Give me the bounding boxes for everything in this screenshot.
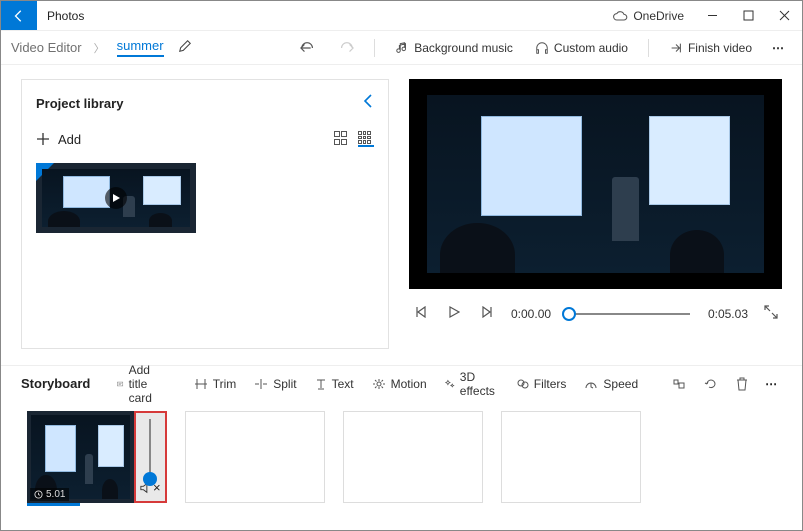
clip-duration-badge: 5.01 xyxy=(30,488,69,501)
sparkle-icon xyxy=(445,378,455,390)
storyboard-empty-slot[interactable] xyxy=(185,411,325,503)
step-forward-button[interactable] xyxy=(477,306,499,321)
finish-label: Finish video xyxy=(688,41,752,55)
bg-music-label: Background music xyxy=(414,41,513,55)
headphones-icon xyxy=(535,41,549,55)
add-media-button[interactable]: Add xyxy=(36,132,81,147)
add-title-card-button[interactable]: Add title card xyxy=(110,360,166,408)
play-icon xyxy=(448,306,460,318)
trim-icon xyxy=(194,378,208,390)
step-back-button[interactable] xyxy=(409,306,431,321)
clip-volume-panel[interactable]: × xyxy=(134,411,167,503)
title-card-icon xyxy=(117,378,123,390)
speed-label: Speed xyxy=(603,377,638,391)
filters-icon xyxy=(517,378,529,390)
rotate-button[interactable] xyxy=(697,375,725,393)
divider xyxy=(648,39,649,57)
background-music-button[interactable]: Background music xyxy=(387,37,521,59)
motion-button[interactable]: Motion xyxy=(365,374,434,394)
undo-button[interactable] xyxy=(292,37,324,59)
filters-label: Filters xyxy=(534,377,567,391)
redo-icon xyxy=(338,41,354,55)
trim-label: Trim xyxy=(213,377,237,391)
trim-button[interactable]: Trim xyxy=(187,374,244,394)
back-button[interactable] xyxy=(1,1,37,30)
resize-button[interactable] xyxy=(665,375,693,393)
text-button[interactable]: Text xyxy=(308,374,361,394)
seek-slider[interactable] xyxy=(569,313,690,315)
volume-slider[interactable] xyxy=(149,419,151,480)
split-label: Split xyxy=(273,377,296,391)
filters-button[interactable]: Filters xyxy=(510,374,574,394)
play-button[interactable] xyxy=(443,306,465,321)
library-clip[interactable] xyxy=(36,163,196,233)
speed-icon xyxy=(584,378,598,390)
motion-label: Motion xyxy=(391,377,427,391)
step-back-icon xyxy=(414,306,426,318)
clip-progress-indicator xyxy=(27,503,80,506)
speed-button[interactable]: Speed xyxy=(577,374,645,394)
play-overlay-icon xyxy=(105,187,127,209)
storyboard-title: Storyboard xyxy=(21,376,90,391)
total-duration: 0:05.03 xyxy=(708,307,748,321)
music-icon xyxy=(395,41,409,55)
breadcrumb-project[interactable]: summer xyxy=(117,38,164,57)
export-icon xyxy=(669,41,683,55)
volume-handle[interactable] xyxy=(143,472,157,486)
custom-audio-label: Custom audio xyxy=(554,41,628,55)
text-icon xyxy=(315,378,327,390)
minimize-button[interactable] xyxy=(694,1,730,31)
clock-icon xyxy=(34,490,43,499)
video-preview[interactable] xyxy=(409,79,782,289)
custom-audio-button[interactable]: Custom audio xyxy=(527,37,636,59)
text-label: Text xyxy=(332,377,354,391)
chevron-left-icon xyxy=(362,94,374,108)
effects-label: 3D effects xyxy=(460,370,499,398)
delete-button[interactable] xyxy=(729,374,755,394)
library-title: Project library xyxy=(36,96,123,111)
expand-icon xyxy=(764,305,778,319)
step-forward-icon xyxy=(482,306,494,318)
split-button[interactable]: Split xyxy=(247,374,303,394)
finish-video-button[interactable]: Finish video xyxy=(661,37,760,59)
project-library-panel: Project library Add xyxy=(21,79,389,349)
app-title: Photos xyxy=(47,9,84,23)
redo-button[interactable] xyxy=(330,37,362,59)
chevron-right-icon: 〉 xyxy=(94,40,105,56)
storyboard-more-button[interactable]: ⋯ xyxy=(759,373,785,395)
preview-frame xyxy=(427,95,764,273)
seek-handle[interactable] xyxy=(562,307,576,321)
trash-icon xyxy=(736,377,748,391)
maximize-button[interactable] xyxy=(730,1,766,31)
fullscreen-button[interactable] xyxy=(760,305,782,322)
breadcrumb-root[interactable]: Video Editor xyxy=(11,40,82,55)
split-icon xyxy=(254,378,268,390)
plus-icon xyxy=(36,132,50,146)
title-card-label: Add title card xyxy=(129,363,160,405)
cloud-icon xyxy=(612,10,628,22)
current-time: 0:00.00 xyxy=(511,307,551,321)
undo-icon xyxy=(300,41,316,55)
divider xyxy=(374,39,375,57)
resize-icon xyxy=(672,378,686,390)
motion-icon xyxy=(372,378,386,390)
onedrive-label: OneDrive xyxy=(633,9,684,23)
pencil-icon xyxy=(178,39,192,53)
storyboard-clip-1[interactable]: 5.01 × xyxy=(27,411,167,503)
storyboard-empty-slot[interactable] xyxy=(501,411,641,503)
more-button[interactable]: ⋯ xyxy=(766,37,792,59)
add-label: Add xyxy=(58,132,81,147)
clip-thumbnail xyxy=(31,415,130,499)
rename-button[interactable] xyxy=(178,39,192,56)
view-large-grid-button[interactable] xyxy=(334,131,350,147)
view-small-grid-button[interactable] xyxy=(358,131,374,147)
storyboard-empty-slot[interactable] xyxy=(343,411,483,503)
onedrive-button[interactable]: OneDrive xyxy=(602,9,694,23)
collapse-library-button[interactable] xyxy=(362,94,374,113)
rotate-icon xyxy=(704,378,718,390)
close-button[interactable] xyxy=(766,1,802,31)
3d-effects-button[interactable]: 3D effects xyxy=(438,367,506,401)
